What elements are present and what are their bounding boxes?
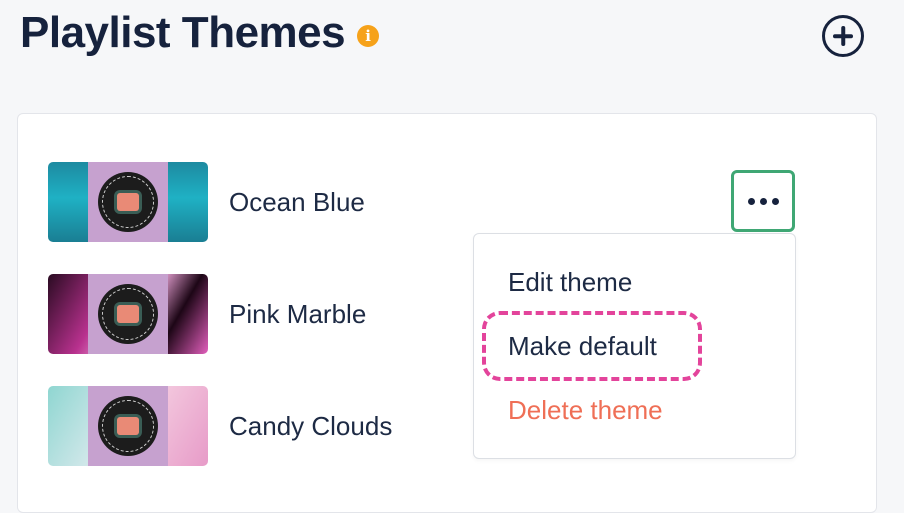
theme-thumbnail [48, 386, 208, 466]
ellipsis-icon [759, 197, 767, 205]
theme-row-pink-marble[interactable]: Pink Marble [48, 274, 366, 354]
logo-badge [98, 284, 158, 344]
logo-badge [98, 396, 158, 456]
theme-name: Candy Clouds [229, 410, 393, 441]
menu-item-make-default[interactable]: Make default [508, 331, 657, 362]
theme-row-candy-clouds[interactable]: Candy Clouds [48, 386, 392, 466]
ellipsis-icon [771, 197, 779, 205]
menu-item-delete-theme[interactable]: Delete theme [508, 395, 663, 426]
page-title: Playlist Themes [20, 8, 346, 57]
logo-badge [98, 172, 158, 232]
theme-thumbnail [48, 274, 208, 354]
theme-thumbnail [48, 162, 208, 242]
more-options-button[interactable] [731, 170, 795, 232]
theme-row-ocean-blue[interactable]: Ocean Blue [48, 162, 365, 242]
page-header: Playlist Themes i [20, 8, 380, 58]
add-theme-button[interactable] [822, 15, 864, 57]
theme-name: Pink Marble [229, 298, 367, 329]
info-icon[interactable]: i [357, 25, 380, 47]
ellipsis-icon [747, 197, 755, 205]
theme-name: Ocean Blue [229, 186, 365, 217]
menu-item-edit-theme[interactable]: Edit theme [508, 267, 632, 298]
theme-options-menu: Edit theme Make default Delete theme [473, 233, 796, 459]
